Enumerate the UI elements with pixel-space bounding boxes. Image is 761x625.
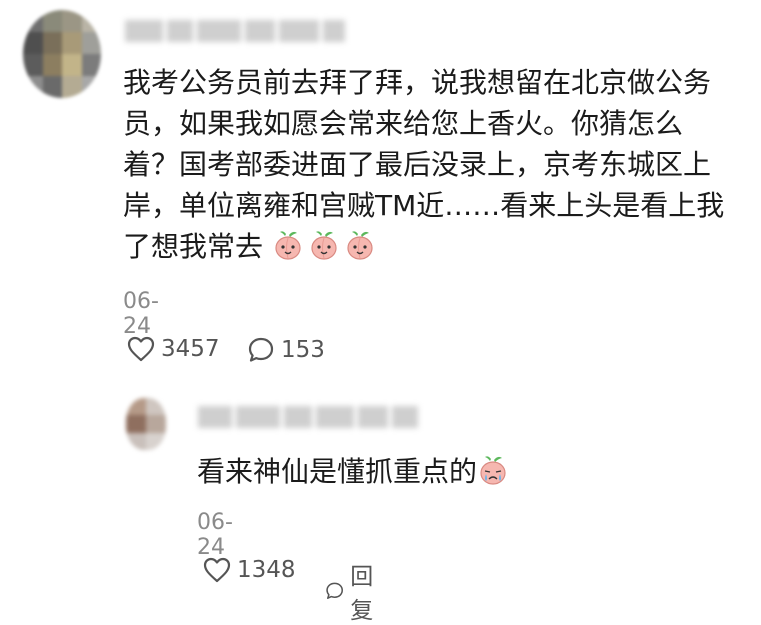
comment-line: 岸，单位离雍和宫贼TM近……看来上头是看上我 [123,189,725,222]
reply-text-content: 看来神仙是懂抓重点的 [197,455,478,488]
peach-smile-emoji [275,231,301,260]
comment-line-text: 了想我常去 [123,230,264,263]
reply-user-avatar[interactable] [126,398,166,450]
reply-like-count: 1348 [237,557,296,583]
comment-text: 我考公务员前去拜了拜，说我想留在北京做公务 员，如果我如愿会常来给您上香火。你猜… [123,62,753,267]
comment-line: 了想我常去 [123,226,753,267]
comment-line: 着？国考部委进面了最后没录上，京考东城区上 [123,148,712,181]
heart-outline-icon [127,336,155,362]
comment-line: 员，如果我如愿会常来给您上香火。你猜怎么 [123,107,684,140]
reply-text: 看来神仙是懂抓重点的 [197,453,513,491]
user-avatar[interactable] [23,10,101,98]
reply-button-label: 回复 [350,564,374,624]
speech-bubble-icon [248,337,274,362]
peach-crying-emoji [480,456,506,485]
reply-button[interactable]: 回复 [325,557,382,625]
peach-smile-emoji [347,231,373,260]
reply-count: 153 [281,337,325,363]
reply-like-button[interactable]: 1348 [203,557,296,583]
heart-outline-icon [203,557,231,583]
reply-date: 06-24 [197,510,233,560]
like-button[interactable]: 3457 [127,336,220,362]
comment-date: 06-24 [123,289,159,339]
comment-line: 我考公务员前去拜了拜，说我想留在北京做公务 [123,66,712,99]
speech-bubble-icon [326,582,343,599]
reply-count-button[interactable]: 153 [247,336,325,364]
username-blurred[interactable] [125,20,345,42]
like-count: 3457 [161,336,220,362]
peach-smile-emoji [311,231,337,260]
reply-username-blurred[interactable] [198,406,418,428]
